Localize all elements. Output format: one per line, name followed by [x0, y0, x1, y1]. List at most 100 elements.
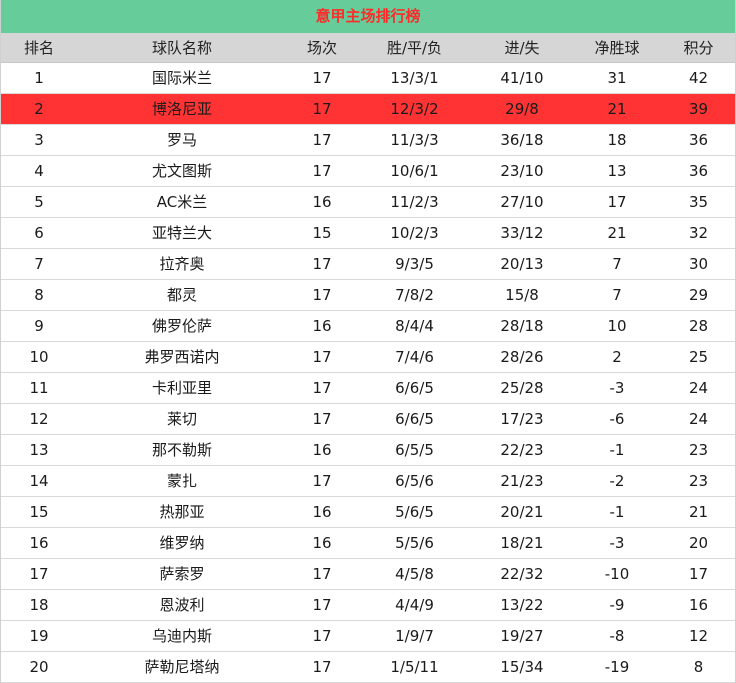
cell-rank: 3	[1, 124, 77, 156]
table-row: 15 热那亚 16 5/6/5 20/21 -1 21	[1, 496, 735, 528]
cell-played: 17	[287, 403, 357, 435]
cell-points: 12	[662, 620, 735, 652]
cell-rank: 17	[1, 558, 77, 590]
cell-goals: 28/26	[472, 341, 572, 373]
cell-goals: 36/18	[472, 124, 572, 156]
table-body: 1 国际米兰 17 13/3/1 41/10 31 42 2 博洛尼亚 17 12/3/2 29/8 2…	[1, 62, 735, 683]
cell-goals: 18/21	[472, 527, 572, 559]
cell-rank: 18	[1, 589, 77, 621]
header-team: 球队名称	[77, 33, 287, 63]
table-row: 8 都灵 17 7/8/2 15/8 7 29	[1, 279, 735, 311]
cell-goal-diff: -19	[572, 651, 662, 683]
cell-team: AC米兰	[77, 186, 287, 218]
cell-goals: 25/28	[472, 372, 572, 404]
cell-played: 17	[287, 620, 357, 652]
cell-team: 卡利亚里	[77, 372, 287, 404]
cell-goal-diff: 2	[572, 341, 662, 373]
cell-points: 36	[662, 155, 735, 187]
header-row: 排名 球队名称 场次 胜/平/负 进/失 净胜球 积分	[1, 33, 735, 63]
cell-played: 17	[287, 341, 357, 373]
cell-rank: 11	[1, 372, 77, 404]
cell-wdl: 9/3/5	[357, 248, 472, 280]
cell-goals: 13/22	[472, 589, 572, 621]
cell-points: 24	[662, 403, 735, 435]
standings-panel: 意甲主场排行榜 排名 球队名称 场次 胜/平/负 进/失 净胜球 积分 1 国际米…	[0, 0, 736, 683]
cell-team: 萨索罗	[77, 558, 287, 590]
cell-goals: 33/12	[472, 217, 572, 249]
cell-team: 乌迪内斯	[77, 620, 287, 652]
header-wdl: 胜/平/负	[357, 33, 472, 63]
table-row: 20 萨勒尼塔纳 17 1/5/11 15/34 -19 8	[1, 651, 735, 683]
cell-goal-diff: 7	[572, 279, 662, 311]
cell-played: 17	[287, 465, 357, 497]
cell-team: 那不勒斯	[77, 434, 287, 466]
cell-rank: 6	[1, 217, 77, 249]
cell-points: 24	[662, 372, 735, 404]
cell-goals: 28/18	[472, 310, 572, 342]
cell-rank: 14	[1, 465, 77, 497]
cell-team: 莱切	[77, 403, 287, 435]
cell-team: 罗马	[77, 124, 287, 156]
cell-goal-diff: 13	[572, 155, 662, 187]
header-goal-diff: 净胜球	[572, 33, 662, 63]
cell-wdl: 7/8/2	[357, 279, 472, 311]
cell-played: 17	[287, 372, 357, 404]
cell-played: 16	[287, 186, 357, 218]
cell-played: 17	[287, 589, 357, 621]
cell-team: 佛罗伦萨	[77, 310, 287, 342]
cell-points: 23	[662, 434, 735, 466]
cell-points: 30	[662, 248, 735, 280]
cell-wdl: 11/2/3	[357, 186, 472, 218]
cell-team: 恩波利	[77, 589, 287, 621]
cell-rank: 9	[1, 310, 77, 342]
cell-team: 蒙扎	[77, 465, 287, 497]
table-row: 2 博洛尼亚 17 12/3/2 29/8 21 39	[1, 93, 735, 125]
cell-points: 25	[662, 341, 735, 373]
cell-goal-diff: 21	[572, 217, 662, 249]
cell-goals: 15/34	[472, 651, 572, 683]
table-row: 3 罗马 17 11/3/3 36/18 18 36	[1, 124, 735, 156]
cell-played: 16	[287, 434, 357, 466]
cell-wdl: 10/6/1	[357, 155, 472, 187]
header-goals: 进/失	[472, 33, 572, 63]
header-played: 场次	[287, 33, 357, 63]
table-row: 19 乌迪内斯 17 1/9/7 19/27 -8 12	[1, 620, 735, 652]
cell-goal-diff: -3	[572, 372, 662, 404]
cell-goal-diff: -3	[572, 527, 662, 559]
cell-goal-diff: 10	[572, 310, 662, 342]
table-row: 11 卡利亚里 17 6/6/5 25/28 -3 24	[1, 372, 735, 404]
cell-points: 20	[662, 527, 735, 559]
cell-wdl: 4/4/9	[357, 589, 472, 621]
cell-points: 21	[662, 496, 735, 528]
header-rank: 排名	[1, 33, 77, 63]
cell-points: 39	[662, 93, 735, 125]
cell-wdl: 6/6/5	[357, 372, 472, 404]
cell-rank: 5	[1, 186, 77, 218]
cell-rank: 16	[1, 527, 77, 559]
cell-wdl: 5/6/5	[357, 496, 472, 528]
cell-goals: 20/21	[472, 496, 572, 528]
cell-rank: 13	[1, 434, 77, 466]
cell-points: 32	[662, 217, 735, 249]
cell-rank: 19	[1, 620, 77, 652]
cell-goals: 21/23	[472, 465, 572, 497]
cell-points: 29	[662, 279, 735, 311]
cell-played: 17	[287, 155, 357, 187]
cell-goal-diff: -6	[572, 403, 662, 435]
cell-goals: 22/23	[472, 434, 572, 466]
cell-wdl: 12/3/2	[357, 93, 472, 125]
cell-played: 17	[287, 93, 357, 125]
cell-points: 8	[662, 651, 735, 683]
cell-points: 28	[662, 310, 735, 342]
table-row: 14 蒙扎 17 6/5/6 21/23 -2 23	[1, 465, 735, 497]
cell-rank: 20	[1, 651, 77, 683]
cell-goals: 15/8	[472, 279, 572, 311]
cell-goal-diff: 21	[572, 93, 662, 125]
cell-goal-diff: -8	[572, 620, 662, 652]
cell-goal-diff: 31	[572, 62, 662, 94]
table-row: 17 萨索罗 17 4/5/8 22/32 -10 17	[1, 558, 735, 590]
cell-team: 尤文图斯	[77, 155, 287, 187]
cell-goal-diff: 18	[572, 124, 662, 156]
table-row: 7 拉齐奥 17 9/3/5 20/13 7 30	[1, 248, 735, 280]
table-row: 10 弗罗西诺内 17 7/4/6 28/26 2 25	[1, 341, 735, 373]
